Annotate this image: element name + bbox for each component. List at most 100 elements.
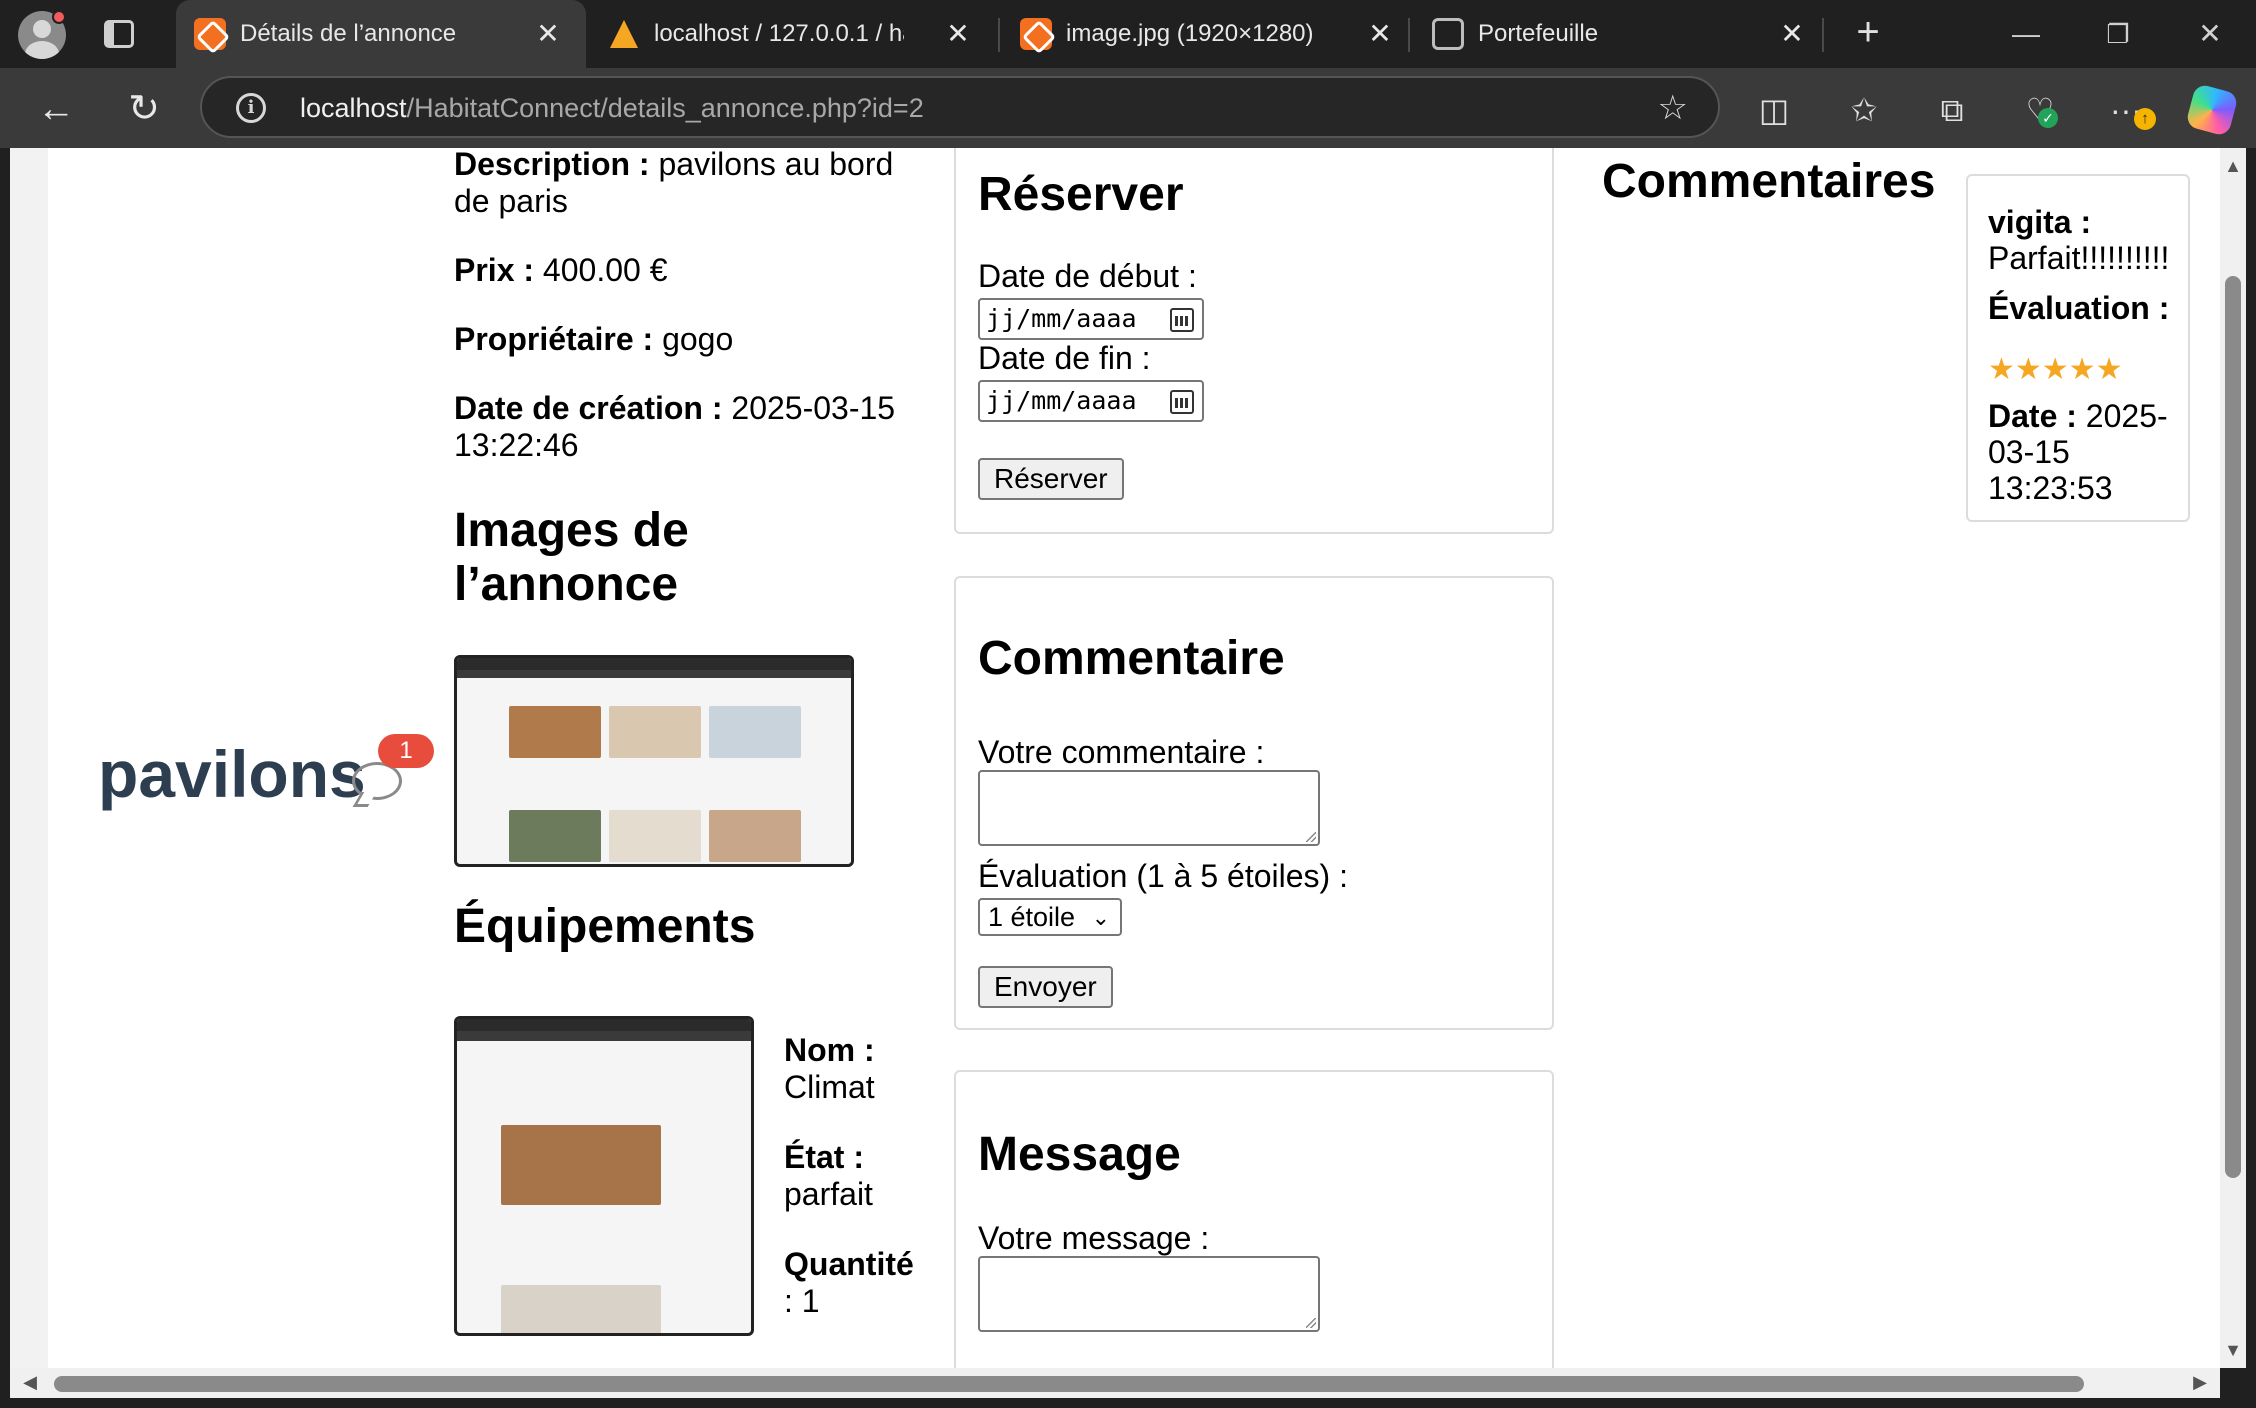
- address-bar[interactable]: i localhost/HabitatConnect/details_annon…: [200, 76, 1720, 138]
- chevron-down-icon: ⌄: [1091, 905, 1110, 930]
- message-textarea[interactable]: [978, 1256, 1320, 1332]
- message-form-heading: Message: [978, 1128, 1181, 1181]
- vertical-scroll-thumb[interactable]: [2225, 276, 2241, 1178]
- window-bottom-edge: [0, 1398, 2256, 1408]
- equipment-name: Nom : Climat: [784, 1032, 924, 1106]
- tab-actions-icon[interactable]: [104, 20, 134, 48]
- collections-icon[interactable]: ⧉: [1930, 88, 1974, 132]
- copilot-icon[interactable]: [2185, 83, 2239, 137]
- equipment-state-label: État :: [784, 1139, 864, 1175]
- owner-value: gogo: [662, 321, 734, 357]
- window-close-icon[interactable]: ✕: [2188, 14, 2232, 54]
- phpmyadmin-icon: [608, 18, 640, 50]
- description-line: Description : pavilons au bord de paris: [454, 148, 924, 220]
- comment-date-part: 13:23:53: [1988, 470, 2113, 506]
- tab-separator: [1822, 18, 1824, 52]
- owner-label: Propriétaire :: [454, 321, 654, 357]
- listing-image[interactable]: [454, 655, 854, 867]
- equipment-quantity: Quantité : 1: [784, 1246, 924, 1320]
- scroll-left-icon[interactable]: ◀: [20, 1372, 40, 1392]
- end-date-input[interactable]: jj/mm/aaaa: [978, 380, 1204, 422]
- rating-select[interactable]: 1 étoile ⌄: [978, 898, 1122, 936]
- minimize-icon[interactable]: —: [2004, 14, 2048, 54]
- horizontal-scrollbar[interactable]: ◀ ▶: [10, 1368, 2220, 1398]
- equipment-heading: Équipements: [454, 900, 756, 953]
- close-icon[interactable]: ✕: [1772, 14, 1812, 54]
- calendar-icon[interactable]: [1170, 390, 1194, 414]
- star-rating-icon: ★★★★★: [1988, 353, 2123, 386]
- equipment-quantity-value: : 1: [784, 1283, 820, 1319]
- equipment-image[interactable]: [454, 1016, 754, 1336]
- price-value: 400.00 €: [542, 252, 668, 288]
- vertical-scrollbar[interactable]: ▲ ▼: [2220, 148, 2246, 1368]
- start-date-label: Date de début :: [978, 258, 1197, 294]
- horizontal-scroll-thumb[interactable]: [54, 1376, 2084, 1392]
- url-text[interactable]: localhost/HabitatConnect/details_annonce…: [300, 93, 924, 124]
- equipment-quantity-label: Quantité: [784, 1246, 914, 1282]
- back-arrow-icon[interactable]: ←: [32, 86, 80, 134]
- comment-date-part: 03-15: [1988, 434, 2070, 470]
- xampp-icon: [194, 18, 226, 50]
- page-viewport: pavilons 1 Description : pavilons au bor…: [10, 148, 2220, 1368]
- message-form-card: Message Votre message :: [954, 1070, 1554, 1368]
- tab-title: Détails de l’annonce: [240, 20, 457, 47]
- scroll-up-icon[interactable]: ▲: [2223, 156, 2243, 176]
- tab-title: localhost / 127.0.0.1 / habit: [654, 20, 904, 47]
- created-label: Date de création :: [454, 390, 723, 426]
- health-check-icon: ✓: [2038, 108, 2058, 128]
- comment-form-heading: Commentaire: [978, 632, 1285, 685]
- tab-title: image.jpg (1920×1280): [1066, 20, 1314, 47]
- close-icon[interactable]: ✕: [938, 14, 978, 54]
- comment-form-card: Commentaire Votre commentaire : Évaluati…: [954, 576, 1554, 1030]
- close-icon[interactable]: ✕: [1360, 14, 1400, 54]
- calendar-icon[interactable]: [1170, 308, 1194, 332]
- tab-separator: [1408, 18, 1410, 52]
- equipment-state: État : parfait: [784, 1139, 924, 1213]
- start-date-input[interactable]: jj/mm/aaaa: [978, 298, 1204, 340]
- equipment-state-value: parfait: [784, 1176, 873, 1212]
- close-icon[interactable]: ✕: [528, 14, 568, 54]
- reserve-button[interactable]: Réserver: [978, 458, 1124, 500]
- split-screen-icon[interactable]: ◫: [1752, 88, 1796, 132]
- comments-heading: Commentaires: [1602, 155, 1936, 208]
- comment-item: vigita : Parfait!!!!!!!!!! Évaluation : …: [1966, 174, 2190, 522]
- favorite-star-icon[interactable]: ☆: [1658, 88, 1688, 128]
- description-label: Description :: [454, 148, 650, 182]
- send-comment-button[interactable]: Envoyer: [978, 966, 1113, 1008]
- scroll-right-icon[interactable]: ▶: [2190, 1372, 2210, 1392]
- tab-title: Portefeuille: [1478, 20, 1599, 47]
- xampp-icon: [1020, 18, 1052, 50]
- price-line: Prix : 400.00 €: [454, 252, 924, 289]
- new-tab-button[interactable]: +: [1846, 12, 1890, 56]
- reload-icon[interactable]: ↻: [120, 86, 168, 134]
- reservation-card: Réserver Date de début : jj/mm/aaaa Date…: [954, 148, 1554, 534]
- comment-textarea[interactable]: [978, 770, 1320, 846]
- tab-phpmyadmin[interactable]: localhost / 127.0.0.1 / habit ✕: [590, 0, 990, 68]
- equipment-name-label: Nom :: [784, 1032, 875, 1068]
- listing-title: pavilons: [98, 737, 366, 811]
- tab-image-jpg[interactable]: image.jpg (1920×1280) ✕: [1002, 0, 1402, 68]
- page-gutter: [10, 148, 48, 1368]
- info-icon[interactable]: i: [236, 93, 266, 123]
- comment-date-label: Date :: [1988, 398, 2077, 434]
- rating-label: Évaluation (1 à 5 étoiles) :: [978, 858, 1348, 894]
- tab-details-annonce[interactable]: Détails de l’annonce ✕: [176, 0, 586, 68]
- images-heading: Images de l’annonce: [454, 504, 689, 611]
- browser-toolbar: ← ↻ i localhost/HabitatConnect/details_a…: [0, 68, 2256, 148]
- browser-tab-bar: Détails de l’annonce ✕ localhost / 127.0…: [0, 0, 2256, 68]
- comment-author: vigita :: [1988, 204, 2092, 240]
- created-line: Date de création : 2025-03-15 13:22:46: [454, 390, 924, 464]
- message-label: Votre message :: [978, 1220, 1210, 1256]
- owner-line: Propriétaire : gogo: [454, 321, 924, 358]
- comment-date-part: 2025-: [2085, 398, 2168, 434]
- favorites-icon[interactable]: ✩: [1842, 88, 1886, 132]
- comment-text: Parfait!!!!!!!!!!: [1988, 240, 2170, 276]
- page-content: pavilons 1 Description : pavilons au bor…: [48, 148, 2190, 1368]
- tab-portefeuille[interactable]: Portefeuille ✕: [1414, 0, 1824, 68]
- message-count-badge: 1: [378, 734, 434, 768]
- comment-rating-label: Évaluation :: [1988, 290, 2170, 326]
- restore-icon[interactable]: ❐: [2096, 14, 2140, 54]
- scroll-down-icon[interactable]: ▼: [2223, 1340, 2243, 1360]
- profile-notification-dot: [52, 10, 66, 24]
- update-badge: ↑: [2134, 108, 2156, 130]
